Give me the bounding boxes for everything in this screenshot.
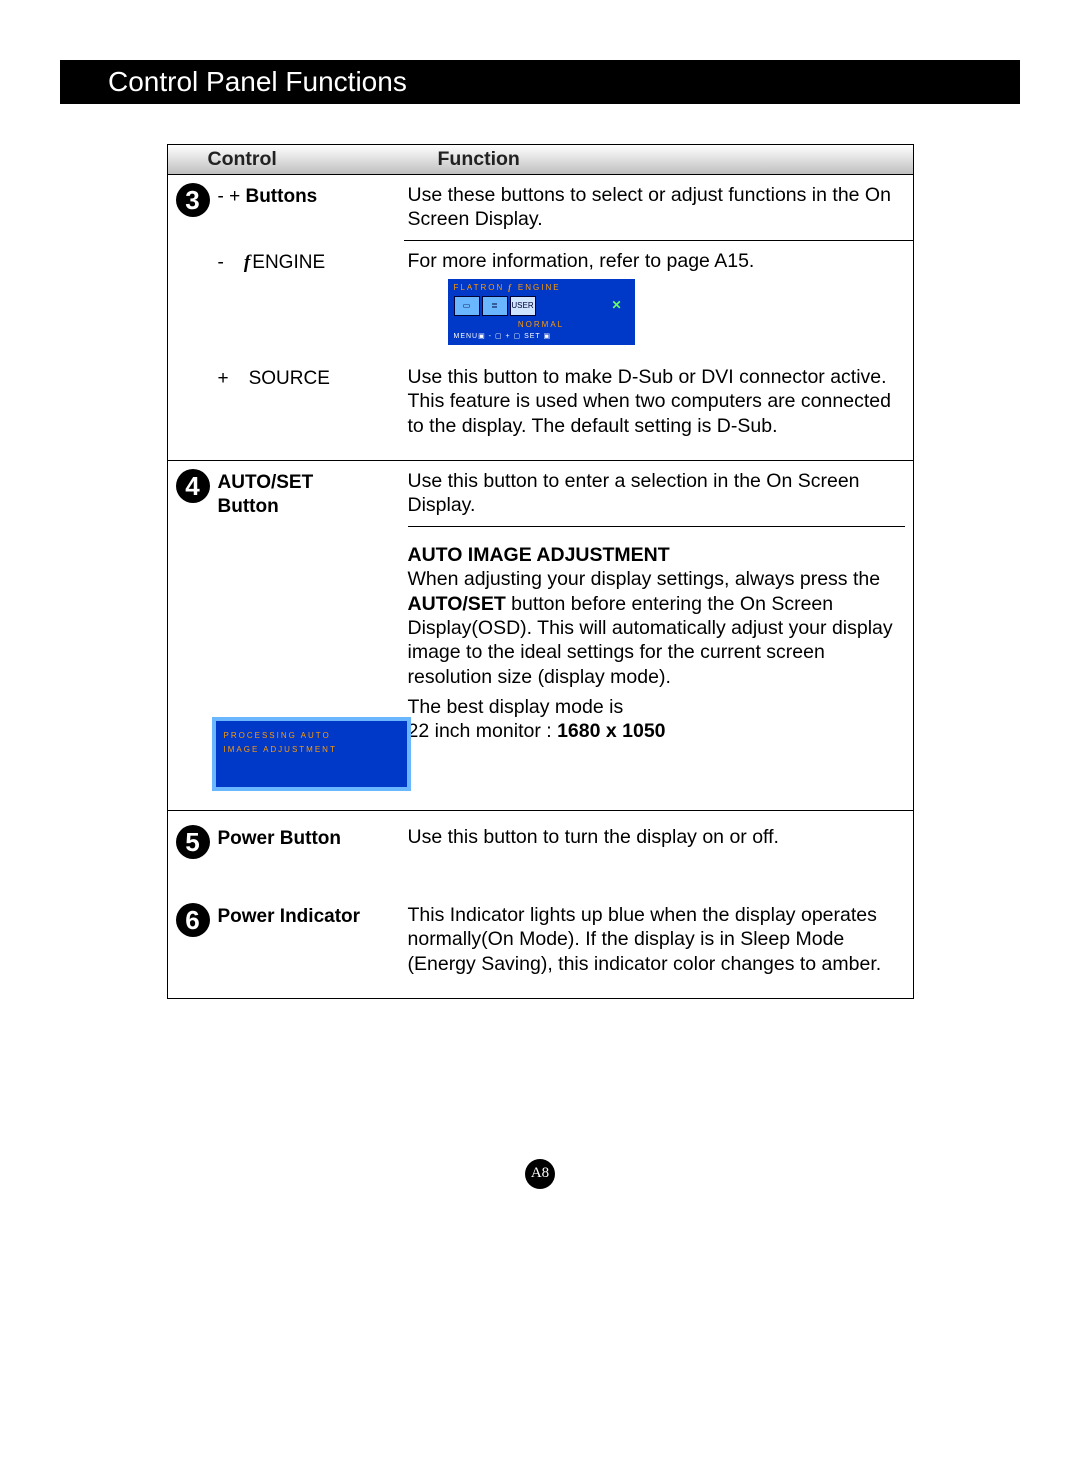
row6-control: Power Indicator: [218, 895, 404, 984]
osd1-normal: NORMAL: [454, 320, 629, 330]
best-mode-line: 22 inch monitor : 1680 x 1050: [408, 719, 905, 743]
osd-engine-graphic: FLATRON fENGINE ▭ ≣ USER ✕ NORMAL MENU▣ …: [448, 279, 635, 345]
sub2-function: Use this button to make D-Sub or DVI con…: [404, 357, 913, 446]
osd1-close-icon: ✕: [611, 298, 621, 313]
row-number-5: 5: [176, 825, 210, 859]
best-mode-intro: The best display mode is: [408, 695, 905, 719]
page-title-bar: Control Panel Functions: [60, 60, 1020, 104]
sub2-sign: +: [218, 367, 229, 446]
osd2-line2: IMAGE ADJUSTMENT: [224, 743, 399, 757]
sub1-sign: -: [218, 251, 224, 357]
row3-control: - + Buttons: [218, 175, 404, 241]
osd1-icon-bars: ≣: [482, 296, 508, 316]
osd1-icon-monitor: ▭: [454, 296, 480, 316]
row-number-6: 6: [176, 903, 210, 937]
controls-table: Control Function 3 - + Buttons Use these…: [167, 144, 914, 999]
row4-control: AUTO/SET Button: [218, 461, 404, 535]
row3-control-pre: - +: [218, 186, 246, 207]
header-function: Function: [438, 147, 913, 171]
row3-sub-engine: - f ENGINE For more information, refer t…: [168, 241, 913, 357]
osd1-menuline: MENU▣ - ▢ + ▢ SET ▣: [454, 333, 629, 342]
row4-auto-adjust: PROCESSING AUTO IMAGE ADJUSTMENT AUTO IM…: [168, 535, 913, 804]
osd-processing-graphic: PROCESSING AUTO IMAGE ADJUSTMENT: [212, 717, 411, 791]
osd1-title-right: ENGINE: [518, 283, 561, 293]
row-number-3: 3: [176, 183, 210, 217]
row3-function: Use these buttons to select or adjust fu…: [404, 175, 913, 241]
page-footer: A8: [60, 1159, 1020, 1189]
row-number-4: 4: [176, 469, 210, 503]
row6-function: This Indicator lights up blue when the d…: [404, 895, 913, 984]
row-5: 5 Power Button Use this button to turn t…: [168, 811, 913, 889]
sub1-label: f ENGINE: [244, 251, 325, 357]
page-number: A8: [525, 1159, 555, 1189]
auto-image-paragraph: When adjusting your display settings, al…: [408, 567, 905, 689]
auto-image-heading: AUTO IMAGE ADJUSTMENT: [408, 543, 905, 567]
row5-function: Use this button to turn the display on o…: [404, 817, 913, 859]
header-control: Control: [168, 147, 438, 171]
row5-control: Power Button: [218, 817, 404, 859]
osd1-title-left: FLATRON: [454, 283, 505, 293]
osd1-icon-user: USER: [510, 296, 536, 316]
row-4: 4 AUTO/SET Button Use this button to ent…: [168, 461, 913, 535]
sub2-label: SOURCE: [249, 367, 330, 446]
row3-sub-source: + SOURCE Use this button to make D-Sub o…: [168, 357, 913, 454]
table-header: Control Function: [168, 145, 913, 175]
page-title: Control Panel Functions: [108, 66, 407, 98]
row-3: 3 - + Buttons Use these buttons to selec…: [168, 175, 913, 241]
osd2-line1: PROCESSING AUTO: [224, 729, 399, 743]
row3-control-label: Buttons: [245, 186, 317, 207]
sub1-function: For more information, refer to page A15.…: [404, 241, 913, 357]
row-6: 6 Power Indicator This Indicator lights …: [168, 889, 913, 998]
row4-function1: Use this button to enter a selection in …: [408, 469, 905, 518]
